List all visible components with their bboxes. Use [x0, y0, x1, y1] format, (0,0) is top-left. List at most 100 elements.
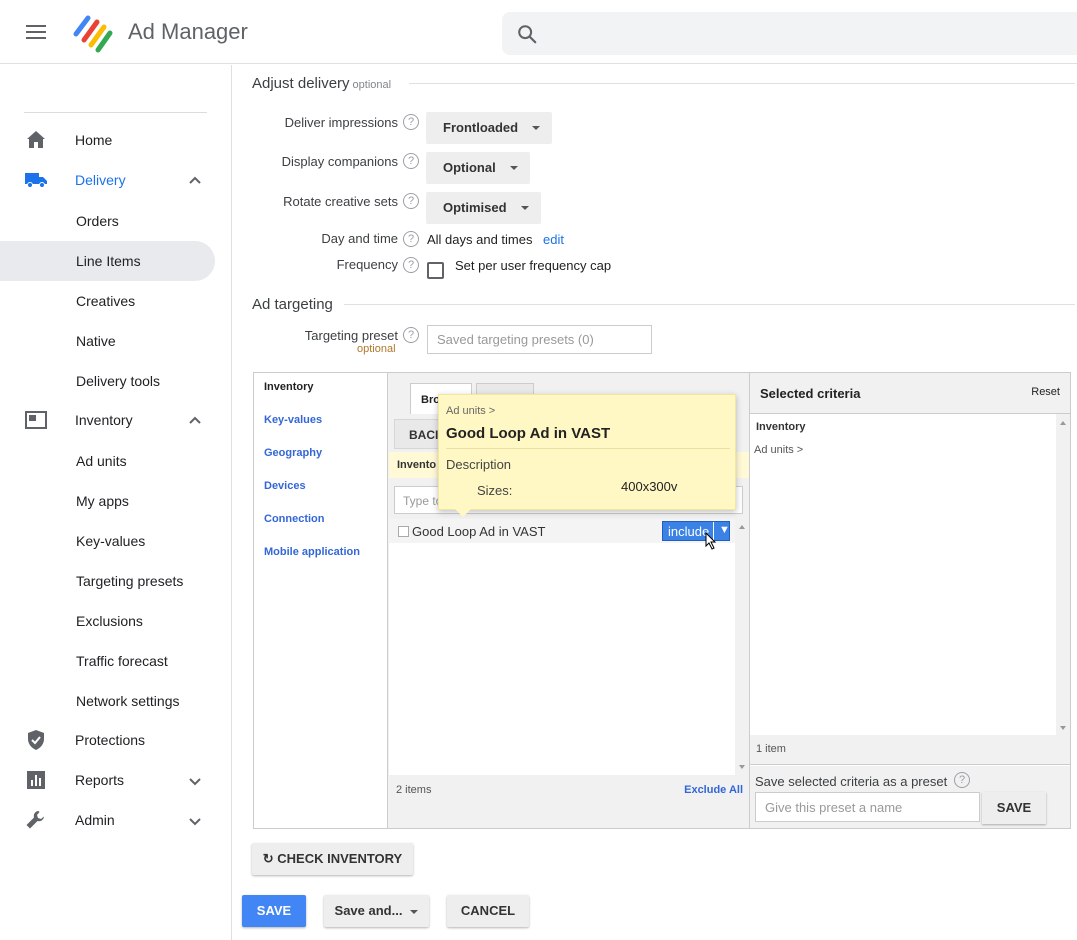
- scroll-arrows-icon: [1060, 421, 1066, 730]
- sidebar-item-native[interactable]: Native: [0, 321, 215, 361]
- sidebar-item-targeting-presets[interactable]: Targeting presets: [0, 561, 215, 601]
- sidebar-item-label: Network settings: [76, 693, 180, 709]
- tooltip-sizes-label: Sizes:: [477, 483, 513, 498]
- sidebar-item-orders[interactable]: Orders: [0, 201, 215, 241]
- truck-icon: [25, 173, 47, 188]
- sidebar-item-inventory[interactable]: Inventory: [0, 400, 215, 440]
- frequency-label: Frequency: [336, 257, 398, 272]
- save-button[interactable]: SAVE: [242, 895, 306, 927]
- frequency-cap-checkbox[interactable]: [427, 262, 444, 279]
- day-and-time-edit-link[interactable]: edit: [543, 232, 564, 247]
- chevron-down-icon[interactable]: [186, 772, 204, 790]
- sidebar-item-label: Native: [76, 333, 116, 349]
- sidebar-item-key-values[interactable]: Key-values: [0, 521, 215, 561]
- cancel-button[interactable]: CANCEL: [447, 895, 529, 927]
- dropdown-value: Frontloaded: [443, 120, 519, 135]
- save-preset-area: Save selected criteria as a preset ? SAV…: [750, 766, 1070, 828]
- app-title: Ad Manager: [128, 19, 248, 44]
- home-icon: [27, 131, 45, 148]
- section-divider: [344, 304, 1075, 305]
- category-devices[interactable]: Devices: [264, 480, 306, 492]
- save-and-label: Save and...: [334, 903, 403, 918]
- scroll-arrows-icon: [739, 525, 745, 769]
- targeting-preset-input[interactable]: [427, 325, 652, 354]
- sidebar-item-admin[interactable]: Admin: [0, 800, 215, 840]
- sidebar-item-label: Targeting presets: [76, 573, 184, 589]
- rotate-creative-sets-label: Rotate creative sets: [283, 194, 398, 209]
- sidebar-item-creatives[interactable]: Creatives: [0, 281, 215, 321]
- category-inventory[interactable]: Inventory: [264, 381, 314, 393]
- display-companions-dropdown[interactable]: Optional: [426, 152, 530, 184]
- exclude-all-link[interactable]: Exclude All: [684, 784, 743, 796]
- chevron-up-icon[interactable]: [186, 172, 204, 190]
- category-key-values[interactable]: Key-values: [264, 414, 322, 426]
- caret-down-icon: [509, 166, 518, 170]
- chevron-down-icon[interactable]: [186, 812, 204, 830]
- sidebar-item-line-items[interactable]: Line Items: [0, 241, 215, 281]
- sidebar-item-network-settings[interactable]: Network settings: [0, 681, 215, 721]
- criteria-item[interactable]: Ad units >: [754, 444, 803, 456]
- include-button[interactable]: include ▼: [662, 521, 730, 541]
- sidebar-item-label: Traffic forecast: [76, 653, 168, 669]
- sidebar-item-traffic-forecast[interactable]: Traffic forecast: [0, 641, 215, 681]
- menu-icon[interactable]: [26, 25, 46, 41]
- sidebar-item-home[interactable]: Home: [0, 120, 215, 160]
- category-mobile-application[interactable]: Mobile application: [264, 546, 360, 558]
- check-inventory-button[interactable]: ↻ CHECK INVENTORY: [252, 843, 413, 875]
- dropdown-arrow-icon[interactable]: ▼: [719, 524, 730, 536]
- preset-name-input[interactable]: [755, 792, 980, 822]
- scrollbar[interactable]: [1056, 414, 1070, 735]
- optional-label: optional: [357, 343, 396, 355]
- items-count: 2 items: [396, 784, 432, 796]
- sidebar-nav: Home Delivery Orders Line Items Creative…: [0, 65, 232, 940]
- help-icon[interactable]: ?: [954, 772, 970, 788]
- save-preset-label: Save selected criteria as a preset: [755, 774, 947, 789]
- list-item[interactable]: Good Loop Ad in VAST include ▼: [389, 519, 735, 543]
- sidebar-item-exclusions[interactable]: Exclusions: [0, 601, 215, 641]
- sidebar-item-label: Ad units: [76, 453, 127, 469]
- scrollbar[interactable]: [735, 519, 749, 775]
- sidebar-item-ad-units[interactable]: Ad units: [0, 441, 215, 481]
- sidebar-item-label: Orders: [76, 213, 119, 229]
- caret-down-icon: [520, 206, 529, 210]
- chevron-up-icon[interactable]: [186, 412, 204, 430]
- reset-link[interactable]: Reset: [1031, 386, 1060, 398]
- help-icon[interactable]: ?: [403, 231, 419, 247]
- tooltip-description-label: Description: [446, 457, 512, 472]
- help-icon[interactable]: ?: [403, 114, 419, 130]
- category-connection[interactable]: Connection: [264, 513, 325, 525]
- day-and-time-label: Day and time: [321, 231, 398, 246]
- help-icon[interactable]: ?: [403, 327, 419, 343]
- save-preset-text: Save selected criteria as a preset: [755, 774, 948, 789]
- deliver-impressions-dropdown[interactable]: Frontloaded: [426, 112, 553, 144]
- main-content: Adjust delivery optional Deliver impressi…: [233, 65, 1077, 940]
- save-preset-button[interactable]: SAVE: [982, 792, 1046, 824]
- selected-criteria-header: Selected criteria Reset: [750, 373, 1070, 414]
- selected-criteria-panel: Selected criteria Reset Inventory Ad uni…: [750, 373, 1070, 828]
- help-icon[interactable]: ?: [403, 153, 419, 169]
- rotate-creative-sets-dropdown[interactable]: Optimised: [426, 192, 541, 224]
- tooltip-sizes-value: 400x300v: [621, 479, 678, 494]
- save-and-button[interactable]: Save and...: [324, 895, 429, 927]
- selected-criteria-footer: 1 item: [750, 735, 1070, 765]
- sidebar-item-label: Exclusions: [76, 613, 143, 629]
- help-icon[interactable]: ?: [403, 257, 419, 273]
- search-bar[interactable]: [502, 12, 1077, 55]
- help-icon[interactable]: ?: [403, 193, 419, 209]
- targeting-preset-label: Targeting preset: [304, 328, 398, 343]
- sidebar-item-reports[interactable]: Reports: [0, 760, 215, 800]
- sidebar-item-label: Delivery: [75, 172, 126, 188]
- sidebar-item-label: Home: [75, 132, 113, 148]
- ad-unit-tooltip: Ad units > Good Loop Ad in VAST Descript…: [438, 394, 736, 517]
- sidebar-item-protections[interactable]: Protections: [0, 720, 215, 760]
- wrench-icon: [26, 811, 44, 829]
- caret-down-icon: [532, 126, 541, 130]
- sidebar-item-my-apps[interactable]: My apps: [0, 481, 215, 521]
- sidebar-item-delivery[interactable]: Delivery: [0, 160, 215, 200]
- sidebar-item-label: Creatives: [76, 293, 136, 309]
- tooltip-divider: [446, 448, 730, 449]
- row-checkbox[interactable]: [398, 526, 409, 537]
- category-geography[interactable]: Geography: [264, 447, 322, 459]
- sidebar-item-delivery-tools[interactable]: Delivery tools: [0, 361, 215, 401]
- search-icon[interactable]: [516, 23, 538, 45]
